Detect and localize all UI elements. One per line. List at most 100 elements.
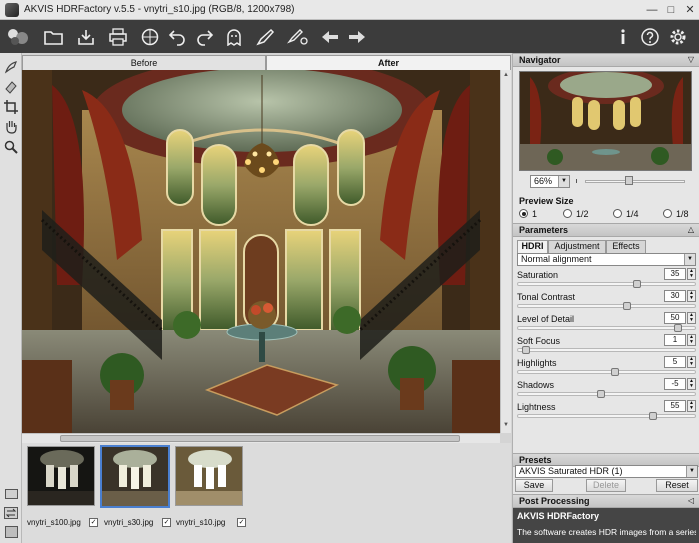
save-icon[interactable] [74,25,98,49]
param-value-input[interactable]: 55 [664,400,686,412]
eraser-icon[interactable] [3,79,19,95]
scroll-thumb[interactable] [60,435,460,442]
param-spinner[interactable]: ▲ ▼ [687,312,696,324]
param-slider-knob[interactable] [649,412,657,420]
param-value-input[interactable]: 1 [664,334,686,346]
ghost-icon[interactable] [222,25,246,49]
param-spinner[interactable]: ▲ ▼ [687,356,696,368]
scroll-up-icon[interactable]: ▲ [503,72,509,78]
thumbnail-1-checkbox[interactable]: ✓ [89,518,98,527]
param-slider[interactable] [517,370,696,374]
minimize-button[interactable]: — [645,3,659,17]
preview-size-radio-4[interactable] [663,209,672,218]
preset-select[interactable]: AKVIS Saturated HDR (1) ▼ [515,465,698,478]
vertical-scrollbar[interactable]: ▲ ▼ [500,70,511,433]
navigator-preview[interactable] [519,71,692,171]
redo-icon[interactable] [192,25,216,49]
param-slider-knob[interactable] [522,346,530,354]
collapse-icon[interactable]: △ [688,224,694,236]
param-slider[interactable] [517,326,696,330]
thumbnail-3-checkbox[interactable]: ✓ [237,518,246,527]
param-slider[interactable] [517,348,696,352]
undo-icon[interactable] [166,25,190,49]
save-preset-button[interactable]: Save [515,479,553,492]
info-text: The software creates HDR images from a s… [517,527,696,537]
tab-before[interactable]: Before [22,55,266,70]
filmstrip: vnytri_s100.jpg ✓ vnytri_s30.jpg ✓ vnytr… [22,443,511,543]
post-processing-header[interactable]: Post Processing ◁ [513,494,699,508]
param-slider-knob[interactable] [674,324,682,332]
swap-icon[interactable] [3,505,19,521]
fullscreen-icon[interactable] [3,524,19,540]
param-value-input[interactable]: 35 [664,268,686,280]
tab-effects[interactable]: Effects [606,240,646,253]
param-value-input[interactable]: -5 [664,378,686,390]
param-slider-knob[interactable] [633,280,641,288]
tab-adjustment[interactable]: Adjustment [548,240,606,253]
param-value-input[interactable]: 30 [664,290,686,302]
delete-preset-button[interactable]: Delete [586,479,626,492]
zoom-out-icon[interactable] [576,179,580,183]
param-slider[interactable] [517,414,696,418]
tab-after[interactable]: After [266,55,511,70]
presets-title: Presets [519,455,552,465]
back-icon[interactable] [318,25,342,49]
param-spinner[interactable]: ▲ ▼ [687,400,696,412]
eraser-brush-icon[interactable] [3,59,19,75]
alignment-dropdown-icon[interactable]: ▼ [684,254,695,265]
collapse-icon[interactable]: ▽ [688,54,694,66]
reset-preset-button[interactable]: Reset [656,479,698,492]
preset-dropdown-icon[interactable]: ▼ [686,466,697,477]
expand-icon[interactable]: ◁ [688,495,694,507]
zoom-slider[interactable] [585,180,685,183]
maximize-button[interactable]: □ [664,3,678,17]
close-button[interactable]: ✕ [683,3,697,17]
tab-hdri[interactable]: HDRI [517,240,548,253]
param-slider[interactable] [517,304,696,308]
preview-size-radio-1[interactable] [519,209,528,218]
crop-icon[interactable] [3,99,19,115]
param-spinner[interactable]: ▲ ▼ [687,290,696,302]
param-value-input[interactable]: 50 [664,312,686,324]
preview-size-radio-3[interactable] [613,209,622,218]
param-slider-knob[interactable] [597,390,605,398]
param-slider[interactable] [517,282,696,286]
batch-icon[interactable] [286,25,310,49]
forward-icon[interactable] [345,25,369,49]
param-slider-knob[interactable] [623,302,631,310]
help-icon[interactable] [638,25,662,49]
thumbnail-2-checkbox[interactable]: ✓ [162,518,171,527]
hand-icon[interactable] [3,119,19,135]
param-label: Level of Detail [517,314,575,324]
open-icon[interactable] [42,25,66,49]
param-value-input[interactable]: 5 [664,356,686,368]
param-spinner[interactable]: ▲ ▼ [687,268,696,280]
zoom-dropdown-icon[interactable]: ▼ [558,176,569,187]
app-logo-icon[interactable] [6,25,30,49]
param-spinner[interactable]: ▲ ▼ [687,334,696,346]
scroll-down-icon[interactable]: ▼ [503,422,509,428]
info-icon[interactable] [611,25,635,49]
horizontal-scrollbar[interactable] [22,433,500,443]
preview-size-radio-2[interactable] [563,209,572,218]
image-canvas[interactable] [22,70,500,433]
brush-icon[interactable] [254,25,278,49]
thumbnail-3[interactable] [175,446,243,506]
thumbnail-1[interactable] [27,446,95,506]
thumbnail-2[interactable] [100,445,170,508]
info-box: AKVIS HDRFactory The software creates HD… [513,508,699,543]
share-icon[interactable] [138,25,162,49]
navigator-header[interactable]: Navigator ▽ [513,53,699,67]
param-slider[interactable] [517,392,696,396]
alignment-select[interactable]: Normal alignment ▼ [517,253,696,266]
zoom-select[interactable]: 66% ▼ [530,175,570,188]
param-row: Soft Focus 1 ▲ ▼ [517,334,696,356]
print-icon[interactable] [106,25,130,49]
settings-icon[interactable] [666,25,690,49]
zoom-slider-knob[interactable] [625,176,633,185]
param-slider-knob[interactable] [611,368,619,376]
view-mode-icon[interactable] [3,486,19,502]
parameters-header[interactable]: Parameters △ [513,223,699,237]
param-spinner[interactable]: ▲ ▼ [687,378,696,390]
zoom-icon[interactable] [3,139,19,155]
